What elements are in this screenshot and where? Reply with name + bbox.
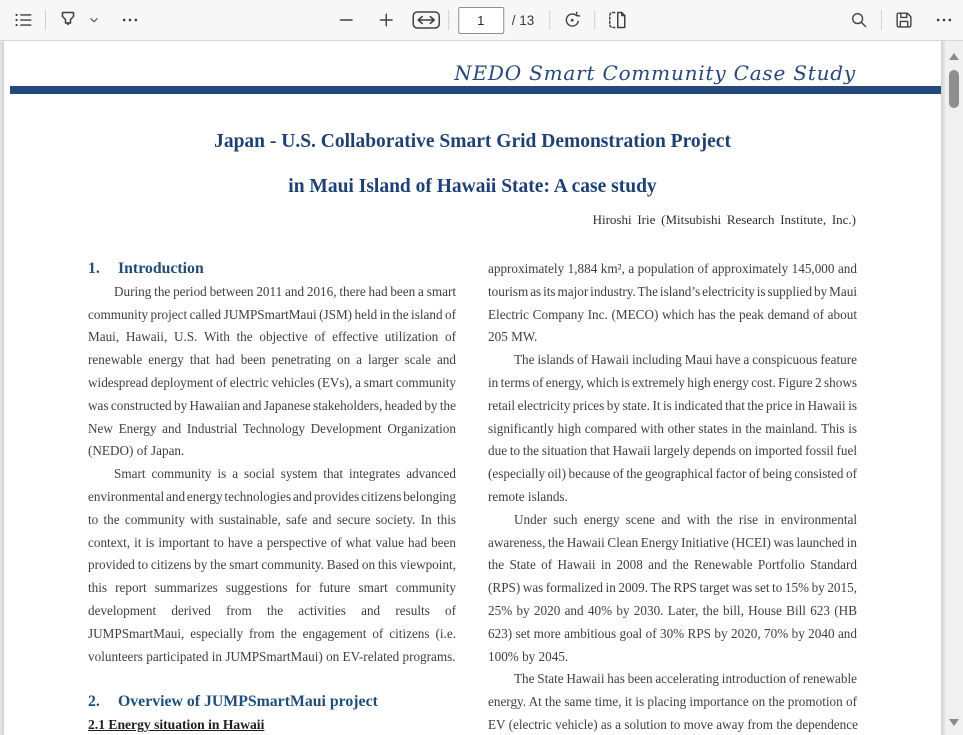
scroll-down-button[interactable] [945, 713, 963, 731]
page-view-icon [605, 8, 629, 32]
pdf-viewport: NEDO Smart Community Case Study Japan - … [0, 41, 945, 735]
document-author: Hiroshi Irie (Mitsubishi Research Instit… [592, 212, 856, 227]
vertical-scrollbar[interactable] [945, 41, 963, 735]
text-line: 623) set more ambitious goal of 30% RPS … [488, 625, 857, 641]
text-line: development derived from the activities … [88, 602, 456, 618]
text-line: Electric Company Inc. (MECO) which has t… [488, 306, 857, 322]
text-line: was constructed by Hawaiian and Japanese… [88, 397, 456, 413]
rotate-button[interactable] [557, 5, 587, 35]
text-line: volunteers participated in JUMPSmartMaui… [88, 648, 456, 664]
text-line: remote islands. [488, 488, 568, 504]
text-line: New Energy and Industrial Technology Dev… [88, 420, 456, 436]
text-line: retail electricity prices by state. It i… [488, 397, 857, 413]
fit-to-width-button[interactable] [411, 5, 441, 35]
text-line: due to the situation that Hawaii largely… [488, 443, 857, 459]
search-button[interactable] [844, 5, 874, 35]
toolbar-separator [594, 10, 596, 30]
right-column: approximately 1,884 km², a population of… [488, 258, 858, 735]
toolbar-separator [881, 10, 882, 30]
pdf-page[interactable]: NEDO Smart Community Case Study Japan - … [4, 41, 941, 735]
toolbar-separator [549, 10, 551, 30]
text-line: this report summarizes suggestions for f… [88, 580, 456, 596]
page-view-button[interactable] [602, 5, 632, 35]
rotate-icon [561, 9, 583, 31]
scroll-up-icon [949, 52, 959, 60]
scroll-up-button[interactable] [945, 47, 963, 65]
text-line: Smart community is a social system that … [114, 466, 456, 482]
text-line: significantly high compared with other s… [488, 420, 857, 436]
text-line: EV (electric vehicle) as a solution to m… [488, 716, 858, 732]
page-number-input[interactable] [457, 6, 504, 34]
text-line: provided to citizens by the smart commun… [88, 557, 456, 573]
text-line: 100% by 2045. [488, 648, 569, 664]
text-line: in terms of energy, which is extremely h… [488, 374, 857, 390]
more-options-button[interactable] [929, 5, 959, 35]
save-button[interactable] [889, 5, 919, 35]
text-line: Under such energy scene and with the ris… [514, 511, 857, 527]
toolbar-center-group: / 13 [331, 0, 633, 40]
save-icon [893, 9, 915, 31]
left-column: 1. Introduction During the period between … [88, 258, 456, 735]
toolbar-left-group [8, 0, 145, 40]
text-line: environmental and energy technologies an… [88, 488, 456, 504]
more-tools-button[interactable] [115, 5, 145, 35]
text-line: (especially oil) because of the geograph… [488, 466, 857, 482]
header-rule [10, 86, 941, 94]
text-line: 205 MW. [488, 329, 538, 345]
toolbar-right-group [844, 0, 959, 40]
text-line: community project called JUMPSmartMaui (… [88, 306, 456, 322]
text-line: awareness, the Hawaii Clean Energy Initi… [488, 534, 857, 550]
search-icon [848, 9, 870, 31]
chevron-down-icon [87, 13, 101, 27]
text-line: During the period between 2011 and 2016,… [114, 283, 456, 299]
highlighter-button[interactable] [53, 5, 83, 35]
toolbar-separator [447, 10, 449, 30]
text-line: The islands of Hawaii including Maui hav… [514, 352, 857, 368]
text-line: the State of Hawaii in 2008 and the Rene… [488, 557, 857, 573]
scrollbar-thumb[interactable] [949, 70, 959, 108]
section-heading: 2. Overview of JUMPSmartMaui project [88, 693, 378, 711]
document-title-line1: Japan - U.S. Collaborative Smart Grid De… [214, 131, 731, 152]
fit-to-width-icon [411, 9, 441, 31]
text-line: context, it is important to have a persp… [88, 534, 456, 550]
text-line: renewable energy that had been penetrati… [88, 352, 456, 368]
document-title-line2: in Maui Island of Hawaii State: A case s… [288, 176, 657, 197]
text-line: approximately 1,884 km², a population of… [488, 261, 857, 276]
pdf-toolbar: / 13 [0, 0, 963, 41]
text-line: to the community with sustainable, safe … [88, 511, 456, 527]
zoom-in-button[interactable] [371, 5, 401, 35]
document-header-script: NEDO Smart Community Case Study [454, 61, 856, 85]
text-line: tourism as its major industry. The islan… [488, 283, 857, 299]
zoom-out-icon [336, 10, 356, 30]
highlighter-dropdown-button[interactable] [83, 5, 105, 35]
text-line: energy. At the same time, it is placing … [488, 694, 857, 710]
table-of-contents-icon [12, 9, 34, 31]
highlighter-pen-icon [56, 8, 80, 32]
text-line: Maui, Hawaii, U.S. With the objective of… [88, 329, 456, 345]
table-of-contents-button[interactable] [8, 5, 38, 35]
page-count-label: / 13 [511, 12, 535, 28]
more-options-icon [934, 10, 954, 30]
more-tools-icon [120, 10, 140, 30]
text-line: 25% by 2020 and 40% by 2030. Later, the … [488, 602, 857, 618]
sub-heading: 2.1 Energy situation in Hawaii [88, 716, 265, 732]
text-line: (RPS) was formalized in 2009. The RPS ta… [488, 580, 857, 596]
scroll-down-icon [949, 718, 959, 726]
text-line: The State Hawaii has been accelerating i… [514, 671, 857, 687]
text-line: JUMPSmartMaui, especially from the engag… [88, 625, 456, 641]
text-line: widespread deployment of electric vehicl… [88, 374, 456, 390]
zoom-in-icon [376, 10, 396, 30]
section-heading: 1. Introduction [88, 260, 204, 277]
toolbar-separator [45, 10, 46, 30]
text-line: (NEDO) of Japan. [88, 443, 185, 459]
zoom-out-button[interactable] [331, 5, 361, 35]
